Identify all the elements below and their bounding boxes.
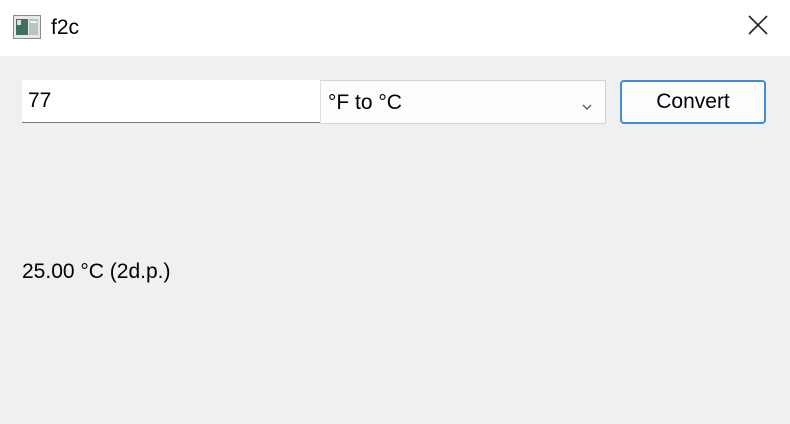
convert-button[interactable]: Convert: [620, 80, 766, 124]
close-button[interactable]: [734, 4, 782, 50]
temperature-input[interactable]: [22, 80, 320, 123]
app-window: f2c °F to °C Convert 25.00 °C (2d.p.): [0, 0, 790, 424]
unit-select[interactable]: °F to °C: [320, 80, 606, 124]
unit-select-value: °F to °C: [328, 91, 402, 114]
chevron-down-icon: [581, 98, 593, 110]
title-bar[interactable]: f2c: [0, 0, 790, 56]
window-title: f2c: [51, 16, 80, 39]
app-window-icon: [13, 15, 41, 39]
result-label: 25.00 °C (2d.p.): [22, 260, 171, 283]
close-icon: [748, 14, 768, 40]
